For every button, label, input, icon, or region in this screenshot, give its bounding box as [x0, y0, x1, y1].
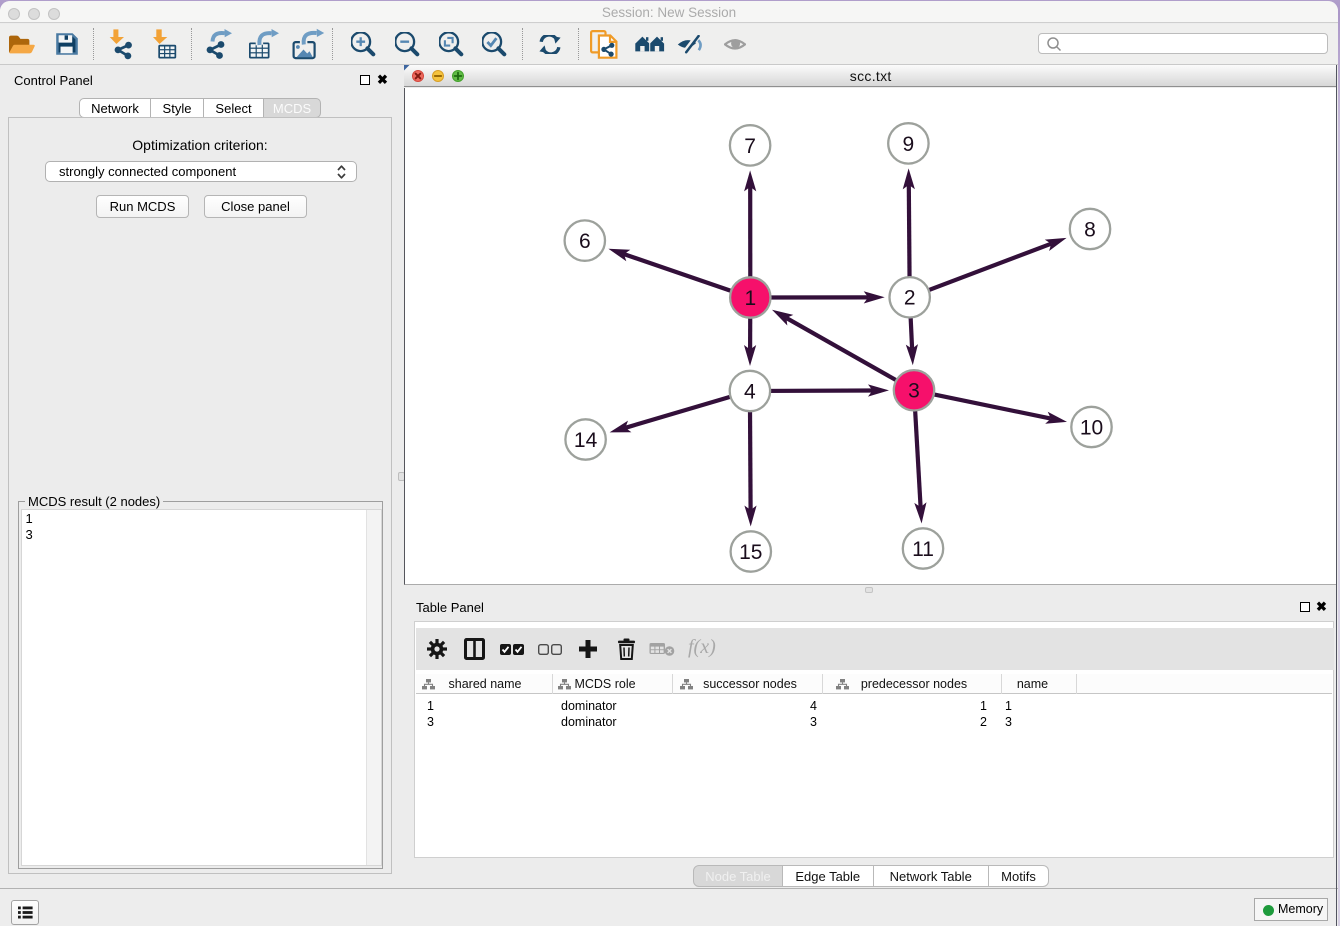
svg-text:7: 7	[744, 135, 756, 158]
svg-text:6: 6	[579, 230, 591, 253]
svg-text:1: 1	[744, 287, 756, 310]
svg-text:3: 3	[908, 380, 920, 403]
svg-text:10: 10	[1080, 416, 1103, 439]
svg-text:15: 15	[739, 541, 762, 564]
svg-text:8: 8	[1084, 218, 1096, 241]
svg-text:2: 2	[904, 287, 916, 310]
svg-text:14: 14	[574, 429, 598, 452]
svg-text:9: 9	[903, 133, 915, 156]
svg-text:11: 11	[912, 538, 934, 561]
svg-text:4: 4	[744, 380, 756, 403]
